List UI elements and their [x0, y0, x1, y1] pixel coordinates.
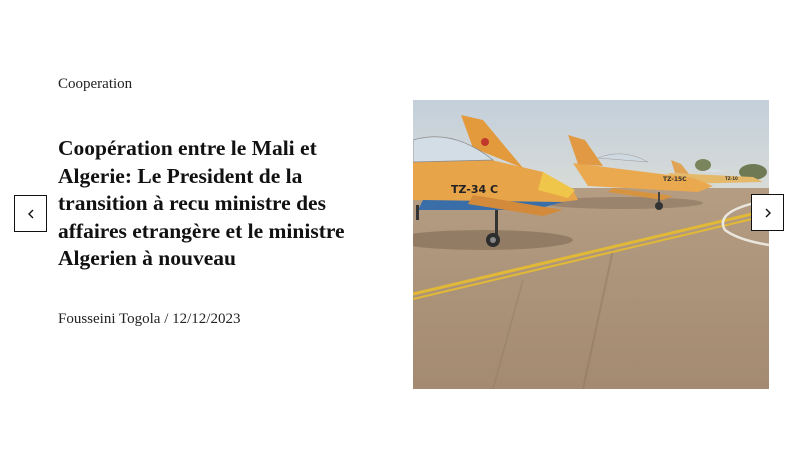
meta-separator: / — [164, 311, 169, 327]
author-name[interactable]: Fousseini Togola — [58, 311, 160, 327]
chevron-right-icon — [765, 208, 771, 217]
next-slide-button[interactable] — [751, 194, 784, 231]
previous-slide-button[interactable] — [14, 195, 47, 232]
svg-text:TZ-34 C: TZ-34 C — [451, 183, 498, 196]
article-title[interactable]: Coopération entre le Mali et Algerie: Le… — [58, 135, 378, 273]
article-meta: Fousseini Togola / 12/12/2023 — [58, 311, 240, 328]
publish-date: 12/12/2023 — [172, 311, 241, 327]
category-label[interactable]: Cooperation — [58, 76, 132, 93]
svg-text:TZ-15C: TZ-15C — [663, 176, 687, 183]
article-image[interactable]: TZ-34 C TZ-15C TZ-10 — [413, 100, 769, 389]
chevron-left-icon — [27, 209, 33, 218]
svg-text:TZ-10: TZ-10 — [725, 176, 738, 181]
news-slider: Cooperation Coopération entre le Mali et… — [0, 0, 800, 466]
